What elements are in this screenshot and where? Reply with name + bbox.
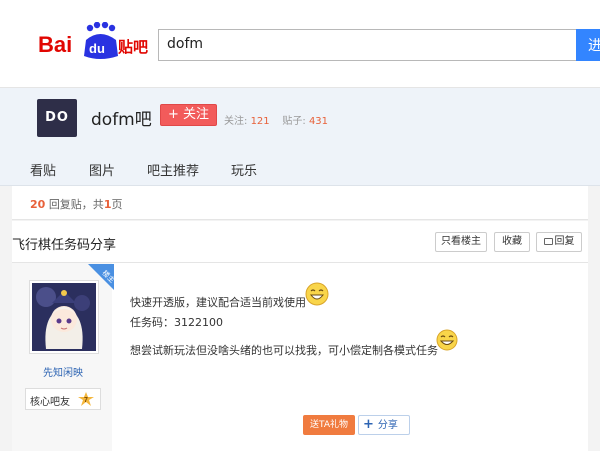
only-op-button[interactable]: 只看楼主	[435, 232, 487, 252]
user-level-badge[interactable]: 核心吧友 7	[25, 388, 101, 410]
post-line-2: 任务码：3122100	[130, 316, 223, 329]
plus-icon: +	[363, 417, 374, 432]
nav-tab-fun[interactable]: 玩乐	[231, 160, 257, 179]
reply-count-text: 回复贴，共	[48, 198, 104, 211]
share-button-label: 分享	[377, 420, 398, 431]
nav-tab-recommended[interactable]: 吧主推荐	[147, 160, 199, 179]
forum-name[interactable]: dofm吧	[91, 105, 152, 130]
nav-tab-images[interactable]: 图片	[89, 160, 115, 179]
grin-emoji-icon	[305, 282, 329, 310]
followers-label: 关注:	[224, 116, 248, 127]
forum-stats: 关注: 121 贴子: 431	[224, 112, 328, 127]
reply-count: 20	[30, 198, 46, 211]
post-line-3: 想尝试新玩法但没啥头绪的也可以找我，可小偿定制各模式任务	[130, 344, 438, 357]
user-level-label: 核心吧友	[30, 397, 70, 408]
posts-label: 贴子:	[282, 116, 306, 127]
search-button[interactable]: 进	[576, 29, 600, 61]
svg-text:7: 7	[84, 397, 88, 404]
forum-avatar[interactable]: DO	[37, 99, 77, 137]
thread-title-bar: 飞行棋任务码分享 只看楼主 收藏 回复	[12, 221, 588, 263]
reply-count-bar: 20 回复贴，共1页	[12, 186, 588, 220]
user-avatar[interactable]	[29, 280, 99, 354]
favorite-button[interactable]: 收藏	[494, 232, 530, 252]
baidu-tieba-logo[interactable]: Bai du 贴吧	[38, 21, 148, 62]
send-gift-button[interactable]: 送TA礼物	[303, 415, 355, 435]
followers-count: 121	[250, 116, 270, 127]
comment-icon	[543, 237, 553, 245]
thread-title: 飞行棋任务码分享	[12, 238, 117, 253]
nav-tab-posts[interactable]: 看贴	[30, 160, 56, 179]
search-input[interactable]: dofm	[158, 29, 578, 61]
forum-nav: 看贴 图片 吧主推荐 玩乐	[0, 150, 600, 186]
level-star-icon: 7	[78, 392, 94, 406]
page-suffix: 页	[111, 198, 123, 211]
post-line-1: 快速开透版，建议配合适当前戏使用	[130, 296, 306, 309]
follow-button[interactable]: + 关注	[160, 104, 217, 126]
reply-button[interactable]: 回复	[536, 232, 582, 252]
reply-button-label: 回复	[554, 236, 575, 247]
svg-text:贴吧: 贴吧	[118, 38, 148, 56]
share-button[interactable]: + 分享	[358, 415, 410, 435]
svg-text:Bai: Bai	[38, 32, 72, 57]
post-username[interactable]: 先知闲映	[43, 364, 83, 379]
smile-emoji-icon	[436, 329, 458, 355]
posts-count: 431	[308, 116, 329, 127]
svg-text:du: du	[89, 41, 105, 56]
